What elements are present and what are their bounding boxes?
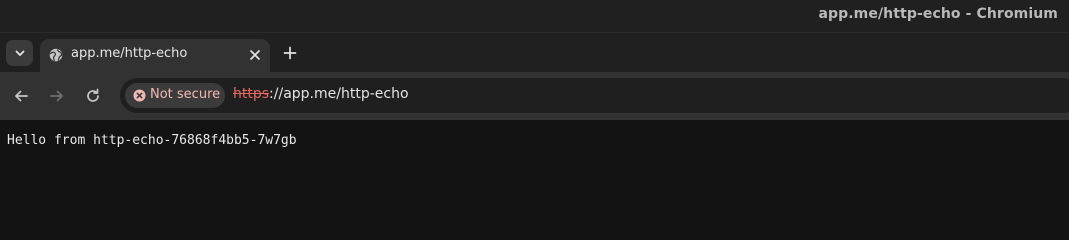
close-icon[interactable] <box>249 49 261 61</box>
plus-icon[interactable] <box>283 46 297 60</box>
globe-icon <box>49 48 63 62</box>
arrow-left-icon[interactable] <box>13 88 29 104</box>
url-scheme: https <box>233 86 270 102</box>
reload-icon[interactable] <box>85 88 101 104</box>
tab-title: app.me/http-echo <box>71 46 188 61</box>
page-content: Hello from http-echo-76868f4bb5-7w7gb <box>0 120 1069 239</box>
window-title: app.me/http-echo - Chromium <box>818 6 1058 22</box>
tab-search-button[interactable] <box>6 40 33 66</box>
tab-active[interactable]: app.me/http-echo <box>40 39 270 72</box>
chevron-down-icon <box>15 50 24 56</box>
tab-strip: app.me/http-echo <box>0 33 1069 72</box>
address-bar[interactable]: Not secure https://app.me/http-echo <box>120 78 1069 113</box>
toolbar: Not secure https://app.me/http-echo <box>0 72 1069 120</box>
url-path: app.me/http-echo <box>283 86 409 102</box>
url-separator: :// <box>269 86 284 102</box>
response-text: Hello from http-echo-76868f4bb5-7w7gb <box>7 133 297 148</box>
arrow-right-icon[interactable] <box>49 88 65 104</box>
warning-circle-icon <box>133 89 146 102</box>
security-chip[interactable]: Not secure <box>125 83 225 108</box>
url-text[interactable]: https://app.me/http-echo <box>233 86 409 102</box>
title-bar: app.me/http-echo - Chromium <box>0 0 1069 33</box>
security-label: Not secure <box>150 87 221 102</box>
